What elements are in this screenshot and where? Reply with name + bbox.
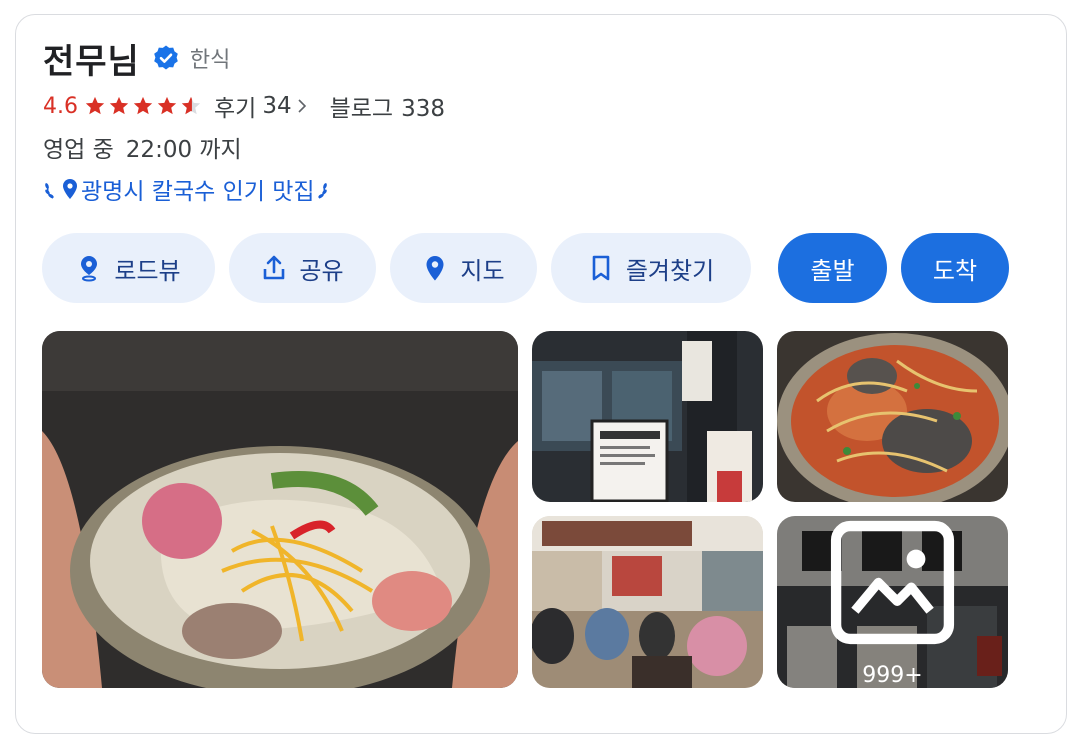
arrive-label: 도착 — [932, 256, 978, 285]
bookmark-icon — [592, 255, 610, 281]
blog-count: 338 — [401, 96, 445, 122]
category-label: 한식 — [189, 48, 231, 73]
photo-main-dish[interactable] — [42, 331, 518, 688]
bookmark-button[interactable]: 즐겨찾기 — [551, 233, 751, 303]
share-label: 공유 — [299, 256, 344, 285]
tag-label: 광명시 칼국수 인기 맛집 — [81, 179, 315, 205]
map-pin-icon — [426, 256, 444, 281]
hours-row[interactable]: 영업 중 22:00 까지 — [43, 130, 242, 164]
depart-button[interactable]: 출발 — [778, 233, 887, 303]
closing-time: 22:00 까지 — [125, 137, 242, 163]
photo-spicy-soup[interactable] — [777, 331, 1008, 502]
share-button[interactable]: 공유 — [229, 233, 376, 303]
photo-interior[interactable] — [532, 516, 763, 688]
reviews-label: 후기 — [214, 96, 257, 122]
rating-value: 4.6 — [43, 93, 78, 119]
bookmark-label: 즐겨찾기 — [625, 256, 715, 285]
blog-label: 블로그 — [329, 96, 394, 122]
star-half-icon — [181, 96, 201, 115]
map-button[interactable]: 지도 — [390, 233, 537, 303]
laurel-right-icon — [317, 183, 327, 199]
rating-stars — [84, 95, 204, 117]
popular-tag[interactable]: 광명시 칼국수 인기 맛집 — [43, 172, 329, 206]
roadview-icon — [81, 256, 98, 282]
share-icon — [264, 255, 285, 280]
photo-more[interactable]: 999+ — [777, 516, 1008, 688]
reviews-link[interactable]: 후기 34 — [214, 89, 308, 123]
reviews-count: 34 — [262, 93, 292, 119]
place-name[interactable]: 전무님 — [43, 34, 140, 83]
depart-label: 출발 — [810, 256, 855, 285]
pin-icon — [63, 179, 77, 199]
map-label: 지도 — [460, 256, 505, 285]
more-photos-overlay: 999+ — [777, 516, 1008, 688]
laurel-left-icon — [45, 183, 54, 199]
photo-storefront[interactable] — [532, 331, 763, 502]
open-status: 영업 중 — [43, 137, 114, 163]
chevron-right-icon — [298, 99, 306, 113]
action-buttons: 로드뷰 공유 지도 즐겨찾기 출발 도착 — [42, 233, 1009, 303]
gallery-icon — [830, 520, 955, 645]
roadview-button[interactable]: 로드뷰 — [42, 233, 215, 303]
star-icon — [85, 96, 105, 115]
rating-row: 4.6 후기 34 블로그 338 — [43, 90, 445, 122]
star-icon — [133, 96, 153, 115]
star-icon — [109, 96, 129, 115]
title-row: 전무님 한식 — [43, 34, 231, 83]
blog-link[interactable]: 블로그 338 — [330, 89, 445, 123]
verified-icon — [152, 44, 180, 72]
roadview-label: 로드뷰 — [114, 256, 181, 285]
more-photos-count: 999+ — [862, 663, 923, 688]
arrive-button[interactable]: 도착 — [901, 233, 1009, 303]
star-icon — [157, 96, 177, 115]
